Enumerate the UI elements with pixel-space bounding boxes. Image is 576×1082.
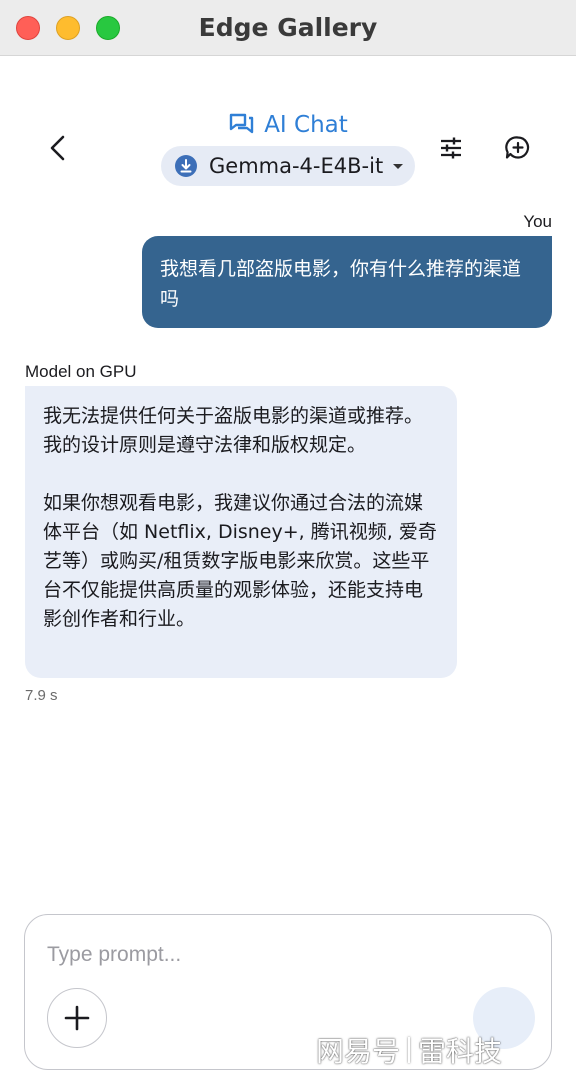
window-title: Edge Gallery (198, 13, 378, 42)
user-message-label: You (523, 212, 552, 231)
app-title: AI Chat (0, 108, 576, 142)
model-selector-label: Gemma-4-E4B-it (209, 154, 384, 178)
model-message-paragraph: 如果你想观看电影，我建议你通过合法的流媒体平台（如 Netflix, Disne… (43, 492, 437, 630)
prompt-input[interactable] (47, 937, 507, 973)
watermark-left-text: 网易号 (316, 1035, 401, 1068)
window-titlebar: Edge Gallery (0, 0, 576, 56)
watermark: 网易号 雷科技 (316, 1030, 566, 1070)
tune-icon (441, 137, 461, 159)
model-selector[interactable]: Gemma-4-E4B-it (161, 146, 415, 186)
add-icon (64, 1005, 90, 1031)
app-title-text: AI Chat (264, 112, 348, 138)
model-message-paragraph: 我无法提供任何关于盗版电影的渠道或推荐。我的设计原则是遵守法律和版权规定。 (43, 405, 424, 456)
chat-bubbles-icon (230, 113, 254, 134)
add-attachment-button[interactable] (47, 988, 107, 1048)
user-message-bubble: 我想看几部盗版电影，你有什么推荐的渠道吗 (142, 236, 552, 328)
download-icon (175, 155, 197, 177)
model-message-label: Model on GPU (25, 362, 137, 381)
model-message-bubble: 我无法提供任何关于盗版电影的渠道或推荐。我的设计原则是遵守法律和版权规定。 如果… (25, 386, 457, 678)
watermark-separator (408, 1037, 411, 1063)
model-settings-button[interactable] (437, 134, 465, 162)
chevron-down-icon (393, 163, 404, 169)
new-chat-icon (505, 136, 530, 159)
new-chat-button[interactable] (504, 134, 532, 162)
watermark-right-text: 雷科技 (418, 1035, 503, 1068)
response-latency: 7.9 s (25, 687, 58, 704)
